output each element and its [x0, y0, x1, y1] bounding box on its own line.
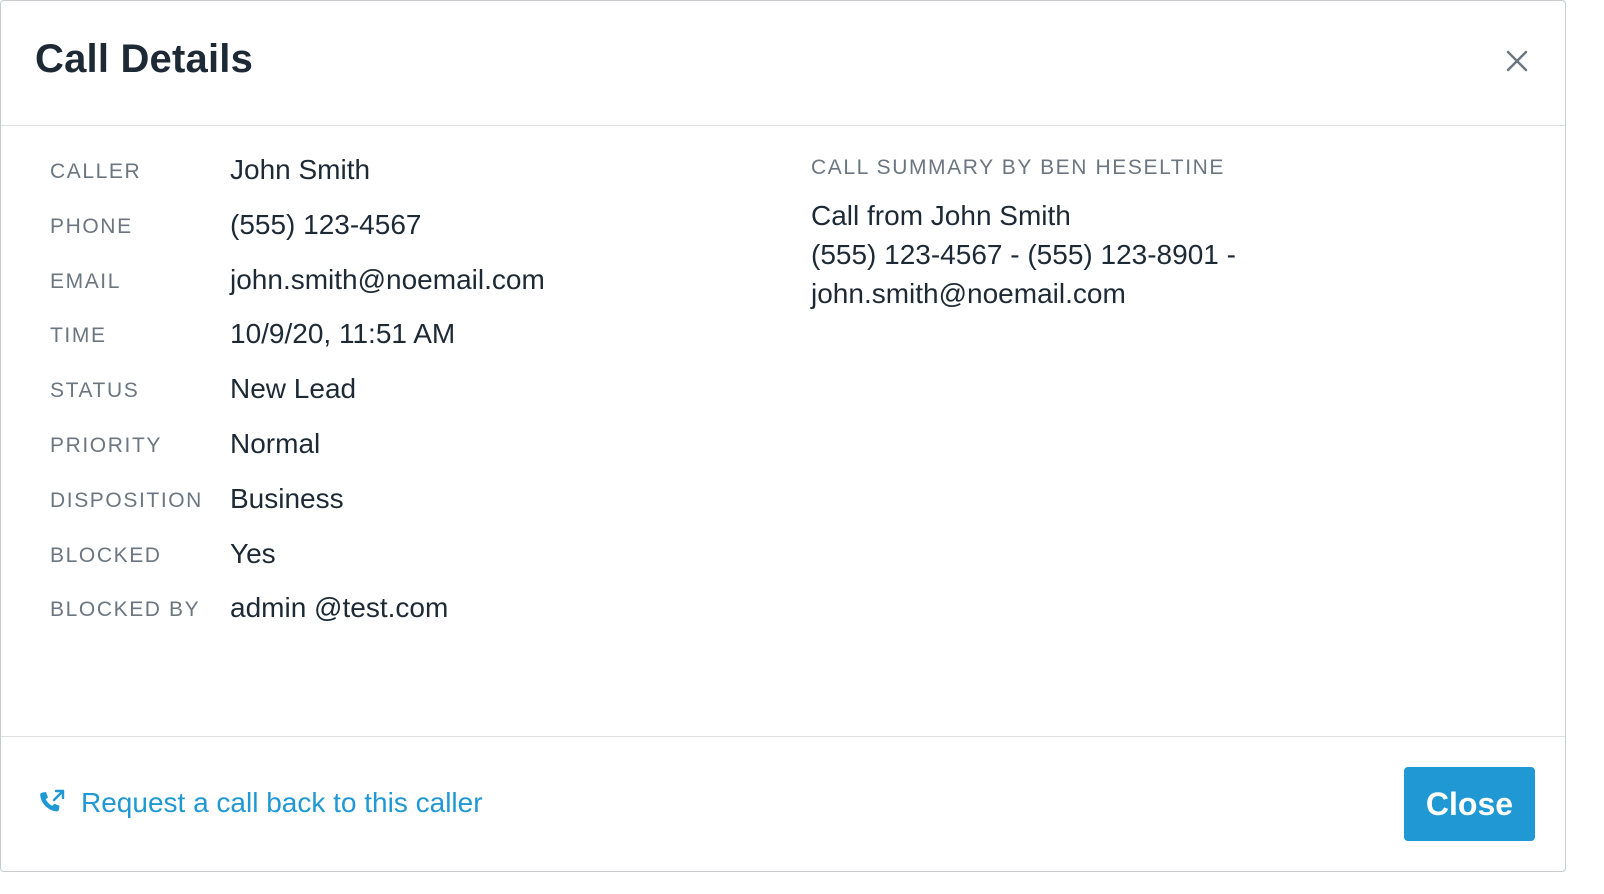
summary-line: john.smith@noemail.com	[811, 278, 1126, 309]
summary-line: Call from John Smith	[811, 200, 1071, 231]
request-callback-link[interactable]: Request a call back to this caller	[35, 787, 483, 819]
details-list: CALLER John Smith PHONE (555) 123-4567 E…	[50, 146, 750, 639]
dialog-body: CALLER John Smith PHONE (555) 123-4567 E…	[1, 126, 1565, 736]
detail-row-time: TIME 10/9/20, 11:51 AM	[50, 310, 750, 365]
detail-row-status: STATUS New Lead	[50, 365, 750, 420]
detail-row-disposition: DISPOSITION Business	[50, 475, 750, 530]
detail-value: admin @test.com	[230, 592, 449, 624]
call-summary-heading: CALL SUMMARY BY BEN HESELTINE	[811, 156, 1226, 179]
detail-value: Business	[230, 482, 344, 514]
call-details-dialog: Call Details CALLER John Smith PHONE (55…	[0, 0, 1566, 872]
detail-value: John Smith	[230, 154, 371, 185]
detail-label: STATUS	[50, 379, 140, 403]
call-summary: CALL SUMMARY BY BEN HESELTINE Call from …	[811, 156, 1371, 313]
call-summary-text: Call from John Smith (555) 123-4567 - (5…	[811, 196, 1371, 313]
close-button[interactable]: Close	[1404, 767, 1535, 841]
phone-callback-icon	[40, 789, 65, 812]
detail-label: DISPOSITION	[50, 488, 203, 512]
dialog-header: Call Details	[1, 1, 1565, 126]
detail-row-priority: PRIORITY Normal	[50, 420, 750, 475]
request-callback-label: Request a call back to this caller	[81, 787, 483, 818]
summary-line: (555) 123-4567 - (555) 123-8901 -	[811, 239, 1236, 270]
detail-value: Normal	[230, 427, 321, 459]
detail-label: BLOCKED BY	[50, 598, 201, 622]
detail-value: Yes	[230, 537, 276, 569]
detail-row-phone: PHONE (555) 123-4567	[50, 201, 750, 256]
detail-label: TIME	[50, 324, 107, 348]
detail-label: PRIORITY	[50, 433, 162, 457]
detail-value: New Lead	[230, 373, 357, 405]
dialog-footer: Request a call back to this caller Close	[1, 736, 1565, 871]
detail-row-caller: CALLER John Smith	[50, 146, 750, 201]
detail-value: john.smith@noemail.com	[230, 263, 545, 295]
detail-row-email: EMAIL john.smith@noemail.com	[50, 256, 750, 311]
detail-row-blocked-by: BLOCKED BY admin @test.com	[50, 584, 750, 639]
detail-label: EMAIL	[50, 269, 122, 293]
close-icon[interactable]	[1503, 47, 1531, 75]
detail-value: 10/9/20, 11:51 AM	[230, 318, 456, 350]
detail-row-blocked: BLOCKED Yes	[50, 530, 750, 585]
detail-label: CALLER	[50, 160, 142, 183]
dialog-title: Call Details	[35, 37, 254, 81]
detail-label: PHONE	[50, 214, 133, 238]
detail-value: (555) 123-4567	[230, 208, 422, 240]
detail-label: BLOCKED	[50, 543, 162, 567]
